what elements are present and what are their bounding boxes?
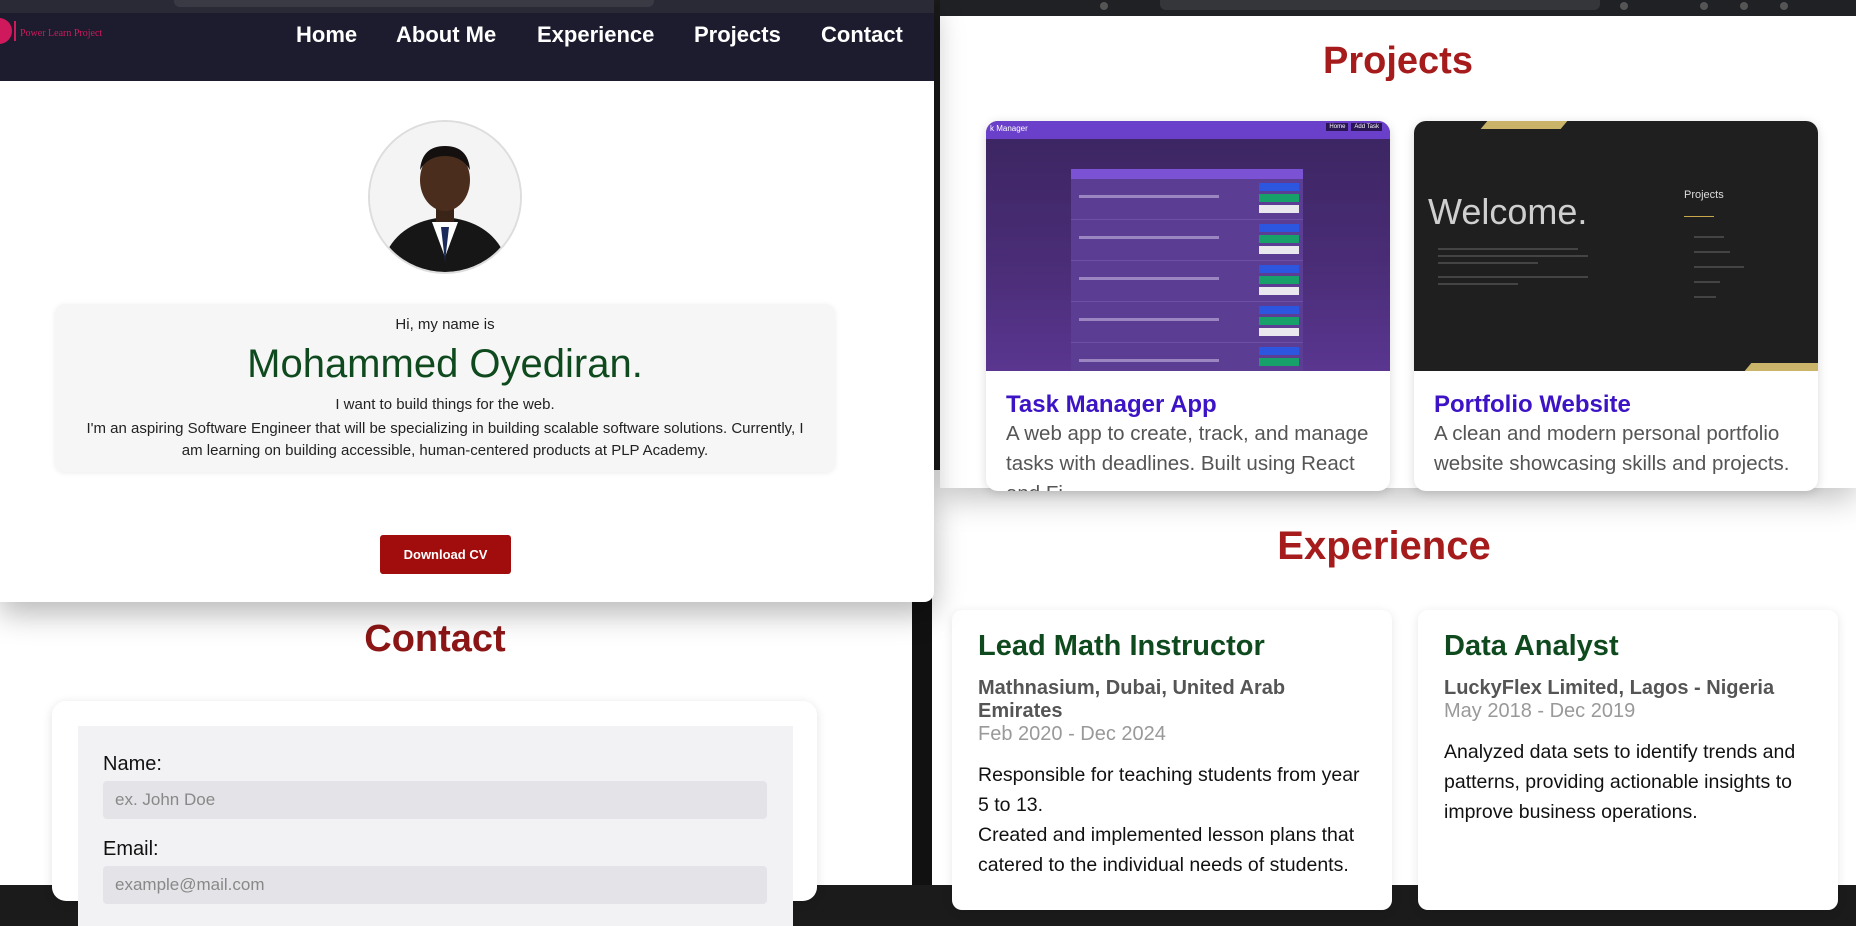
experience-card: Data Analyst LuckyFlex Limited, Lagos - …: [1418, 610, 1838, 910]
thumb-task-table: [1071, 169, 1303, 371]
projects-window: Projects k Manager Home Add Task Task Man…: [940, 0, 1856, 491]
experience-role: Data Analyst: [1444, 630, 1619, 662]
name-label: Name:: [103, 753, 162, 775]
experience-role: Lead Math Instructor: [978, 630, 1265, 662]
name-field[interactable]: ex. John Doe: [103, 781, 767, 819]
thumb-nav-item: Add Task: [1351, 123, 1382, 131]
experience-dates: May 2018 - Dec 2019: [1444, 700, 1636, 722]
experience-company: LuckyFlex Limited, Lagos - Nigeria: [1444, 677, 1775, 699]
nav-projects[interactable]: Projects: [694, 22, 781, 48]
tagline-text: I want to build things for the web.: [335, 396, 555, 413]
project-title[interactable]: Portfolio Website: [1434, 391, 1631, 419]
contact-window: Contact Name: ex. John Doe Email: exampl…: [0, 560, 912, 926]
email-label: Email:: [103, 838, 159, 860]
plp-logo-icon[interactable]: [0, 18, 12, 44]
close-icon[interactable]: [1620, 2, 1628, 10]
intro-card: Hi, my name is Mohammed Oyediran. I want…: [55, 304, 835, 472]
nav-contact[interactable]: Contact: [821, 22, 903, 48]
experience-company: Mathnasium, Dubai, United Arab Emirates: [978, 677, 1286, 722]
experience-card: Lead Math Instructor Mathnasium, Dubai, …: [952, 610, 1392, 910]
reload-icon[interactable]: [1100, 2, 1108, 10]
address-bar[interactable]: [1160, 0, 1600, 10]
hero-window: Power Learn Project Home About Me Experi…: [0, 0, 934, 602]
nav-experience[interactable]: Experience: [537, 22, 654, 48]
project-screenshot: k Manager Home Add Task: [986, 121, 1390, 371]
project-description: A web app to create, track, and manage t…: [1006, 422, 1369, 491]
menu-icon[interactable]: [1780, 2, 1788, 10]
thumb-nav-item: Home: [1326, 123, 1349, 131]
profile-photo: [368, 120, 522, 274]
experience-line: Responsible for teaching students from y…: [978, 764, 1360, 816]
bio-text: I'm an aspiring Software Engineer that w…: [86, 420, 804, 459]
experience-dates: Feb 2020 - Dec 2024: [978, 723, 1166, 745]
contact-heading: Contact: [364, 618, 506, 660]
logo-text[interactable]: Power Learn Project: [20, 28, 102, 39]
project-title[interactable]: Task Manager App: [1006, 391, 1217, 419]
nav-home[interactable]: Home: [296, 22, 357, 48]
experience-heading: Experience: [1277, 524, 1491, 568]
project-description: A clean and modern personal portfolio we…: [1434, 422, 1790, 475]
person-name: Mohammed Oyediran.: [247, 342, 643, 386]
thumb-projects-label: Projects: [1684, 189, 1724, 201]
experience-line: Analyzed data sets to identify trends an…: [1444, 741, 1796, 823]
project-screenshot: Welcome. Projects: [1414, 121, 1818, 371]
thumb-navbar: k Manager Home Add Task: [986, 121, 1390, 139]
download-cv-button[interactable]: Download CV: [380, 535, 511, 574]
extension-icon[interactable]: [1700, 2, 1708, 10]
project-card[interactable]: k Manager Home Add Task Task Manager App …: [986, 121, 1390, 491]
contact-card: Name: ex. John Doe Email: example@mail.c…: [52, 701, 817, 926]
experience-line: Created and implemented lesson plans tha…: [978, 824, 1355, 876]
projects-heading: Projects: [1323, 40, 1473, 82]
thumb-welcome: Welcome.: [1428, 191, 1588, 232]
contact-form: Name: ex. John Doe Email: example@mail.c…: [78, 726, 793, 926]
browser-tabstrip: [0, 0, 934, 13]
nav-about-me[interactable]: About Me: [396, 22, 496, 48]
project-card[interactable]: Welcome. Projects Portfolio Website A cl…: [1414, 121, 1818, 491]
experience-window: Experience Lead Math Instructor Mathnasi…: [912, 470, 1856, 910]
thumb-brand: k Manager: [990, 124, 1028, 133]
browser-toolbar: [940, 0, 1856, 16]
email-field[interactable]: example@mail.com: [103, 866, 767, 904]
navbar: Power Learn Project Home About Me Experi…: [0, 0, 934, 81]
profile-icon[interactable]: [1740, 2, 1748, 10]
greeting-text: Hi, my name is: [395, 316, 495, 333]
